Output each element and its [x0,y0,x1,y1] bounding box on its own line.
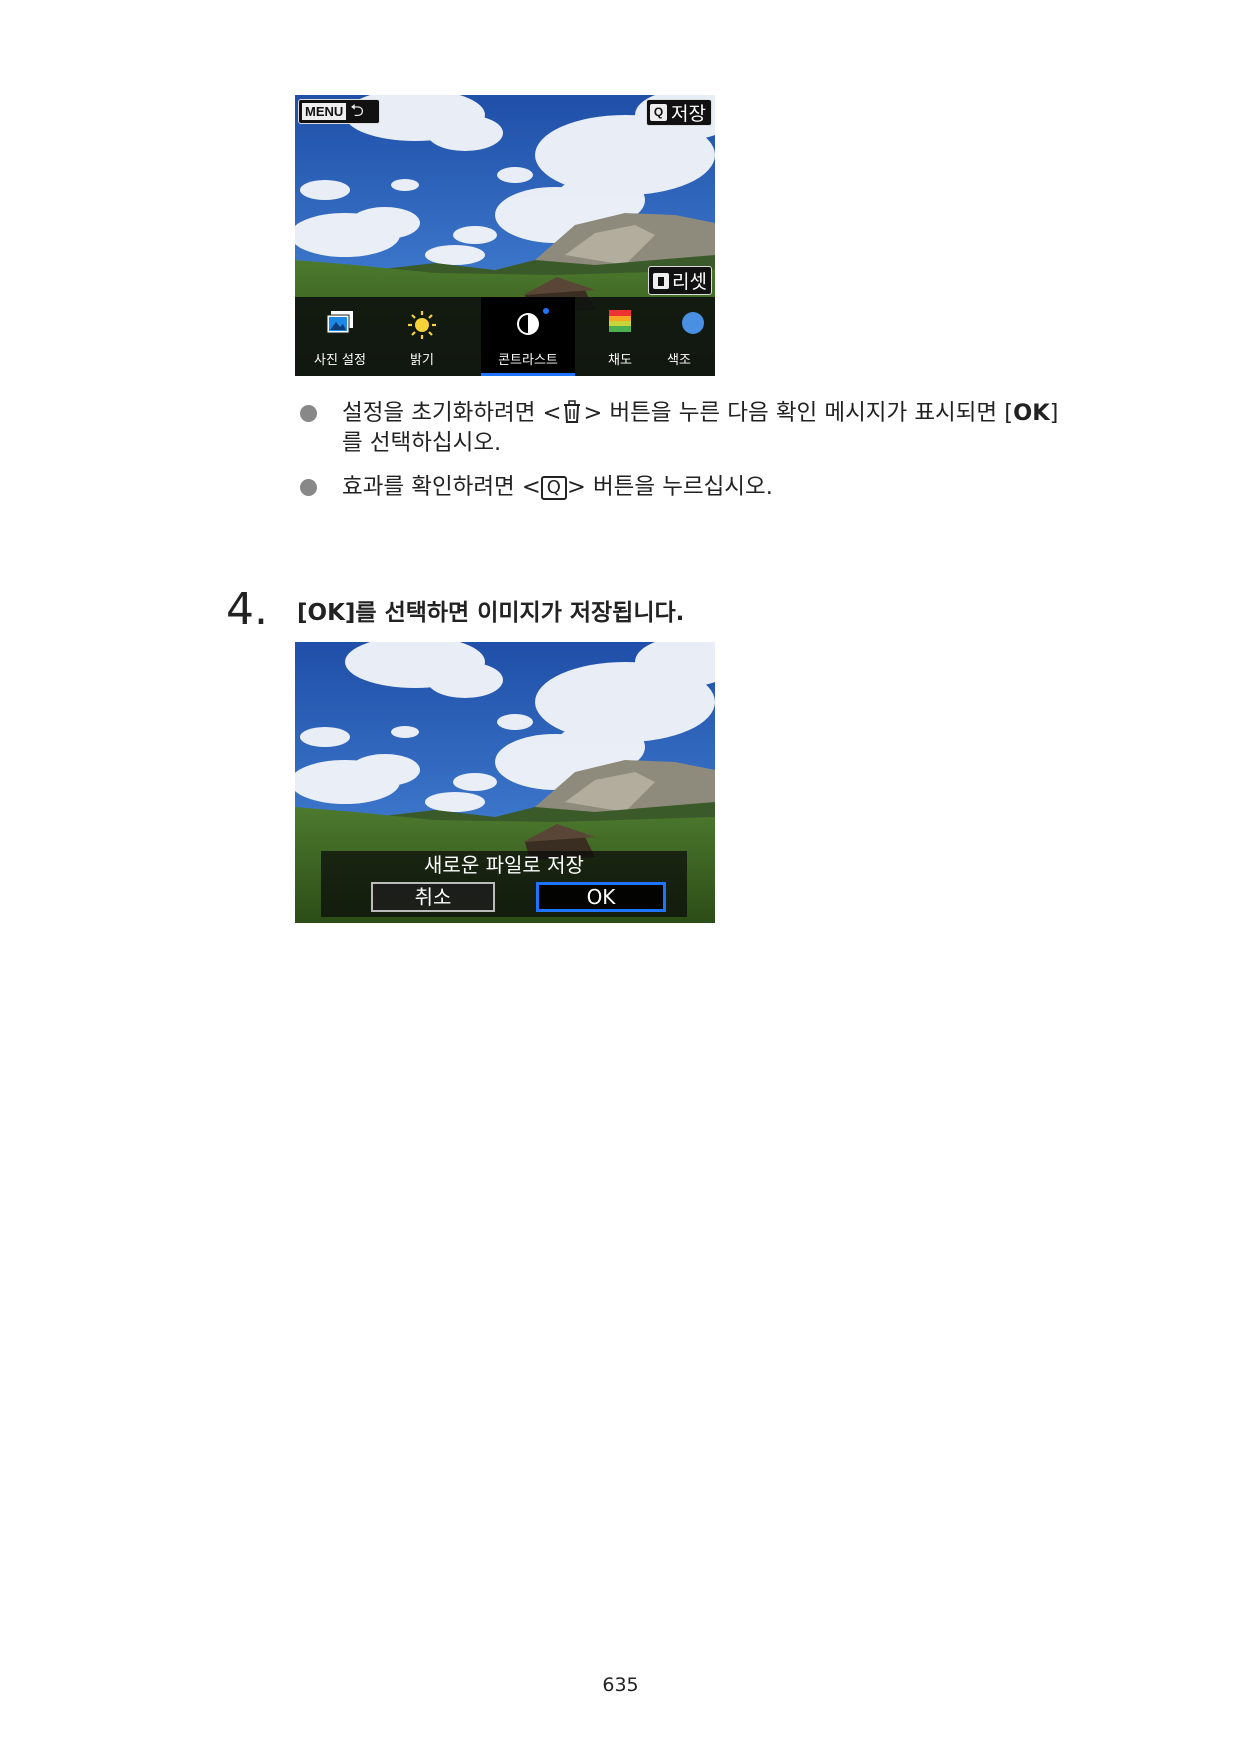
trash-icon [653,272,670,289]
menu-label: MENU [302,103,347,120]
contrast-icon [517,313,539,335]
picture-style-icon [326,311,353,334]
menu-item-color-tone[interactable]: 색조 [665,297,715,376]
menu-item-brightness[interactable]: 밝기 [377,297,467,376]
menu-item-picture-style[interactable]: 사진 설정 [295,297,385,376]
bullet-text: > 버튼을 누른 다음 확인 메시지가 표시되면 [ [583,400,1014,426]
menu-item-contrast[interactable]: 콘트라스트 [481,297,575,376]
bullet-text: 설정을 초기화하려면 < [342,400,562,426]
reset-label: 리셋 [672,271,707,293]
q-key-icon: Q [540,476,567,500]
dialog-title: 새로운 파일로 저장 [424,853,584,877]
return-arrow-icon: ⮌ [350,101,364,121]
menu-back-button[interactable]: MENU ⮌ [298,99,380,124]
bullet-dot-icon [300,405,317,422]
saturation-icon [609,310,631,332]
menu-item-label: 사진 설정 [314,353,366,368]
bullet-reset: 설정을 초기화하려면 < > 버튼을 누른 다음 확인 메시지가 표시되면 [OK… [300,398,1160,458]
menu-item-label: 콘트라스트 [498,353,558,368]
step-text: [OK]를 선택하면 이미지가 저장됩니다. [297,600,685,626]
instruction-bullets: 설정을 초기화하려면 < > 버튼을 누른 다음 확인 메시지가 표시되면 [OK… [300,398,1160,516]
q-key-icon: Q [650,104,668,121]
bullet-preview: 효과를 확인하려면 < Q > 버튼을 누르십시오. [300,472,1160,502]
bullet-text: > 버튼을 누르십시오. [566,474,773,500]
bullet-dot-icon [300,479,317,496]
menu-item-saturation[interactable]: 채도 [575,297,665,376]
brightness-sun-icon [408,311,436,339]
save-label: 저장 [671,103,706,125]
bullet-text: ] [1049,400,1059,426]
color-tone-icon [682,312,704,334]
camera-screen-save: 새로운 파일로 저장 취소 OK [295,642,715,923]
page-number: 635 [602,1674,639,1696]
menu-item-label: 색조 [667,353,691,368]
menu-item-label: 밝기 [410,353,434,368]
cancel-button[interactable]: 취소 [371,882,495,912]
effect-menu-bar: 사진 설정 밝기 콘트라스트 채도 색조 [295,297,715,376]
bullet-text: 효과를 확인하려면 < [342,474,541,500]
menu-item-label: 채도 [608,353,632,368]
ok-button[interactable]: OK [536,882,666,912]
step-number: 4. [226,584,268,635]
save-button[interactable]: Q 저장 [646,99,712,126]
selected-dot-icon [543,308,549,314]
bullet-text: 를 선택하십시오. [342,430,502,456]
reset-button[interactable]: 리셋 [648,266,712,295]
bullet-ok-text: OK [1013,400,1050,426]
trash-icon [564,400,581,423]
save-dialog: 새로운 파일로 저장 취소 OK [321,851,687,917]
camera-screen-effects: MENU ⮌ Q 저장 리셋 사진 설정 밝기 콘트라스트 채도 색조 [295,95,715,376]
